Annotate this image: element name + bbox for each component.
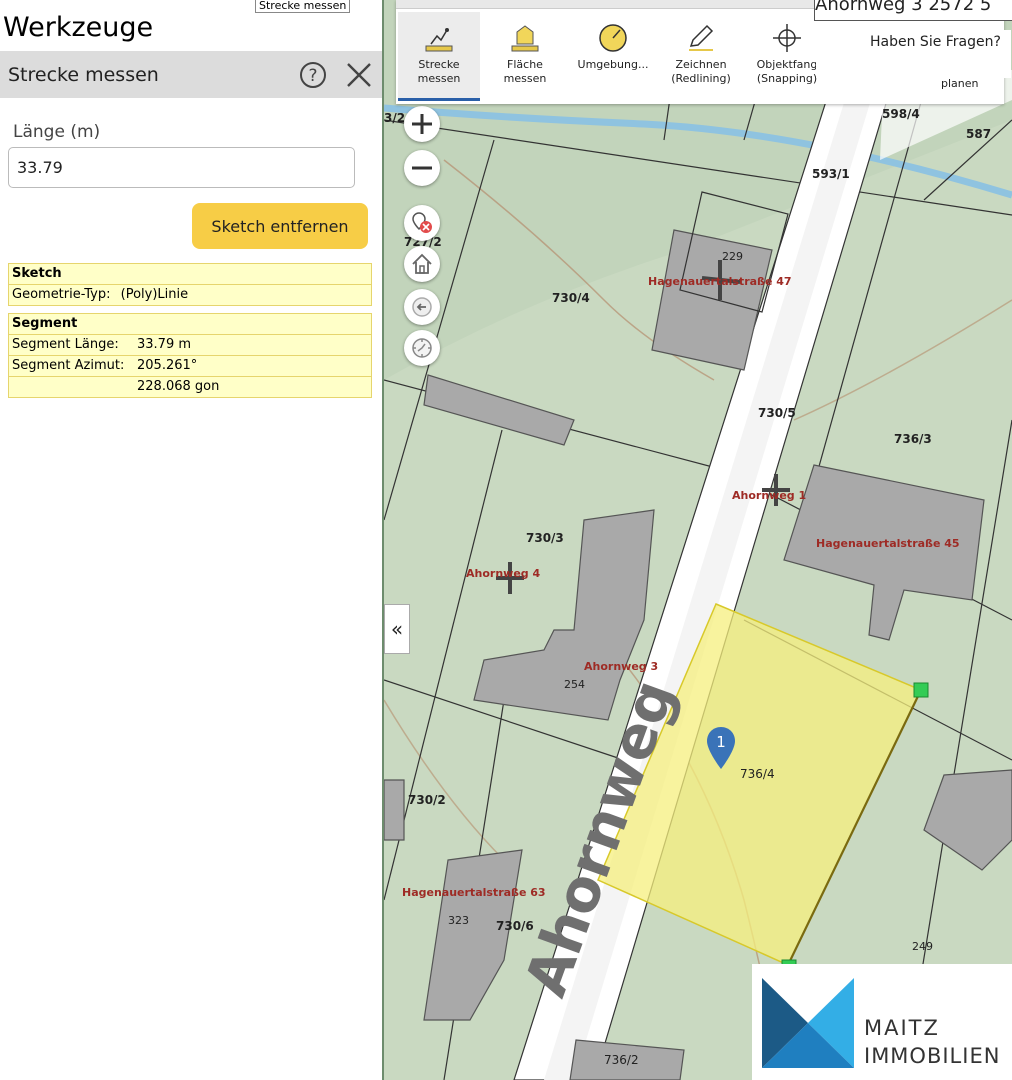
parcel-label: 593/1 — [812, 167, 850, 181]
length-field[interactable] — [8, 147, 355, 188]
point-label: 229 — [722, 250, 743, 263]
address-box: Ahornweg 3 2572 5 — [814, 0, 1012, 21]
logo-line1: MAITZ — [864, 1016, 940, 1040]
crosshair-icon — [773, 24, 801, 52]
segment-length-row: Segment Länge: 33.79 m — [9, 334, 371, 355]
location-remove-icon — [412, 212, 432, 233]
point-label: 249 — [912, 940, 933, 953]
tool-label: messen — [503, 72, 547, 85]
measure-line-icon — [425, 28, 453, 52]
help-icon[interactable]: ? — [299, 61, 327, 89]
planen-label: planen — [941, 77, 979, 90]
tool-label: Fläche — [507, 58, 543, 71]
tool-label: Umgebung... — [577, 58, 649, 71]
back-extent-button[interactable] — [404, 289, 440, 325]
questions-text: Haben Sie Fragen? — [870, 34, 1001, 50]
marker-number: 1 — [716, 733, 726, 751]
row-key: Geometrie-Typ: — [12, 287, 111, 302]
parcel-label: 730/5 — [758, 406, 796, 420]
tool-label: Strecke — [418, 58, 460, 71]
point-label: 323 — [448, 914, 469, 927]
row-key: Segment Azimut: — [12, 358, 125, 373]
parcel-label: 598/4 — [882, 107, 920, 121]
parcel-label: 730/3 — [526, 531, 564, 545]
tool-label: messen — [417, 72, 461, 85]
logo-mark-icon — [762, 978, 854, 1068]
segment-info-box: Segment Segment Länge: 33.79 m Segment A… — [8, 313, 372, 398]
parcel-label: 587 — [966, 127, 991, 141]
tool-measure-area[interactable]: Fläche messen — [484, 12, 566, 98]
arrow-left-circle-icon — [412, 297, 432, 317]
row-value: 33.79 m — [137, 337, 192, 352]
company-logo: MAITZ IMMOBILIEN — [752, 964, 1012, 1080]
tool-label: (Redlining) — [671, 72, 731, 85]
street-label: Ahornweg 1 — [732, 489, 806, 502]
length-label: Länge (m) — [13, 122, 101, 142]
tool-label: Zeichnen — [675, 58, 727, 71]
logo-line2: IMMOBILIEN — [864, 1044, 1001, 1068]
row-value: 205.261° — [137, 358, 198, 373]
map-view[interactable]: 3/2 598/4 587 593/1 727/2 730/4 730/5 73… — [384, 0, 1012, 1080]
minus-icon — [412, 166, 432, 170]
panel-title: Werkzeuge — [3, 12, 154, 43]
segment-gon-row: 228.068 gon — [9, 376, 371, 397]
parcel-label: 736/2 — [604, 1053, 639, 1067]
locate-button[interactable] — [404, 330, 440, 366]
pencil-icon — [689, 24, 714, 51]
close-icon[interactable] — [345, 61, 373, 89]
measure-area-icon — [511, 25, 539, 52]
parcel-label: 730/2 — [408, 793, 446, 807]
street-label: Ahornweg 4 — [466, 567, 540, 580]
parcel-label: 736/4 — [740, 767, 775, 781]
collapse-panel-button[interactable]: « — [384, 604, 410, 654]
geometry-type-row: Geometrie-Typ: (Poly)Linie — [9, 284, 371, 305]
street-label: Ahornweg 3 — [584, 660, 658, 673]
radius-icon — [599, 24, 627, 52]
tool-radius[interactable]: Umgebung... — [572, 12, 654, 98]
row-key: Segment Länge: — [12, 337, 119, 352]
segment-azimuth-row: Segment Azimut: 205.261° — [9, 355, 371, 376]
home-icon — [412, 253, 432, 274]
home-button[interactable] — [404, 246, 440, 282]
sketch-header: Sketch — [12, 266, 62, 281]
row-value: 228.068 gon — [137, 379, 220, 394]
zoom-in-button[interactable] — [404, 106, 440, 142]
parcel-label: 730/4 — [552, 291, 590, 305]
parcel-label: 730/6 — [496, 919, 534, 933]
map-marker-icon[interactable]: 1 — [705, 725, 737, 771]
sketch-info-box: Sketch Geometrie-Typ: (Poly)Linie — [8, 263, 372, 306]
parcel-label: 736/3 — [894, 432, 932, 446]
tool-measure-line[interactable]: Strecke messen — [398, 12, 480, 101]
street-label: Hagenauertalstraße 47 — [648, 275, 792, 288]
tools-panel: Strecke messen Werkzeuge Strecke messen … — [0, 0, 384, 1080]
parcel-label: 3/2 — [384, 111, 405, 125]
row-value: (Poly)Linie — [120, 287, 189, 302]
cadastral-map[interactable]: 3/2 598/4 587 593/1 727/2 730/4 730/5 73… — [384, 0, 1012, 1080]
remove-sketch-button[interactable]: Sketch entfernen — [192, 203, 368, 249]
clear-location-button[interactable] — [404, 205, 440, 241]
zoom-out-button[interactable] — [404, 150, 440, 186]
street-label: Hagenauertalstraße 63 — [402, 886, 546, 899]
questions-box[interactable]: Haben Sie Fragen? — [816, 30, 1011, 78]
tooltip-tab: Strecke messen — [255, 0, 351, 13]
svg-text:?: ? — [308, 66, 317, 86]
compass-icon — [412, 338, 432, 358]
plus-icon — [412, 114, 432, 134]
point-label: 254 — [564, 678, 585, 691]
tool-redlining[interactable]: Zeichnen (Redlining) — [660, 12, 742, 98]
tool-header-title: Strecke messen — [8, 64, 159, 86]
segment-header: Segment — [12, 316, 78, 331]
street-label: Hagenauertalstraße 45 — [816, 537, 960, 550]
